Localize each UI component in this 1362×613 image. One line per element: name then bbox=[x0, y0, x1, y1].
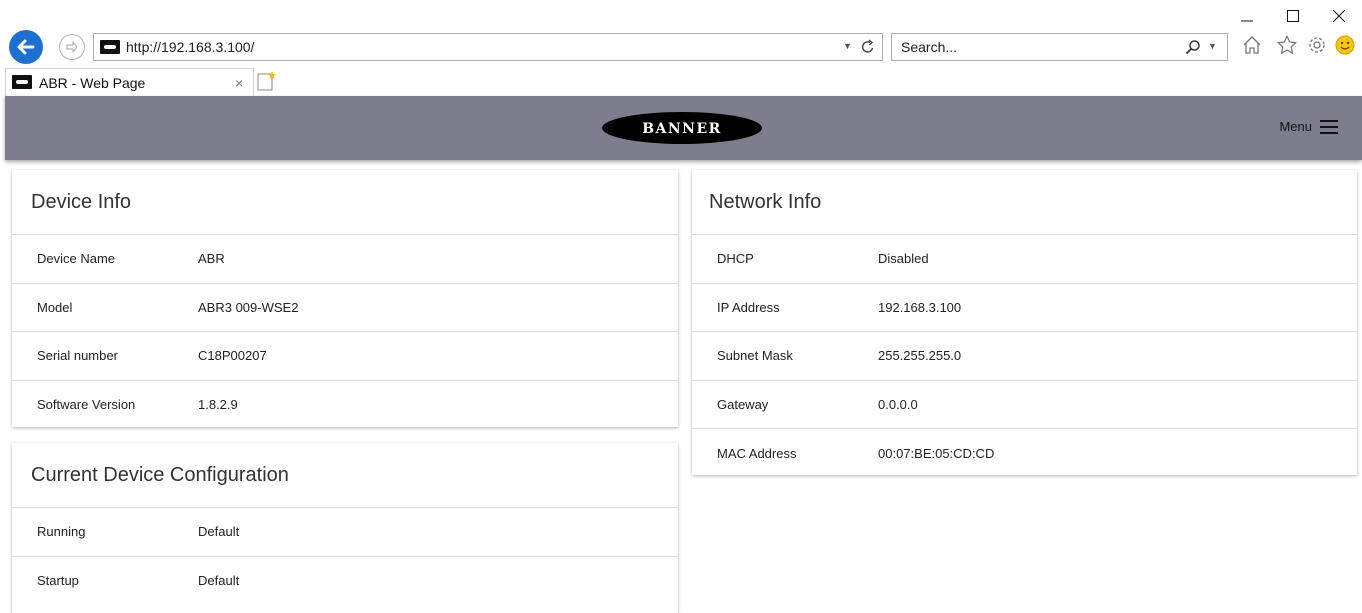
back-button[interactable] bbox=[9, 30, 43, 64]
row-value: Default bbox=[198, 524, 240, 540]
row-label: DHCP bbox=[717, 251, 754, 267]
network-info-card: Network Info DHCP Disabled IP Address 19… bbox=[692, 170, 1357, 475]
maximize-icon bbox=[1287, 10, 1299, 22]
device-info-title: Device Info bbox=[12, 170, 678, 235]
tab-abr-web-page[interactable]: ABR - Web Page × bbox=[5, 68, 254, 96]
table-row: MAC Address 00:07:BE:05:CD:CD bbox=[692, 429, 1357, 478]
feedback-smiley-icon[interactable] bbox=[1334, 34, 1356, 56]
row-label: Model bbox=[37, 299, 73, 315]
table-row: Software Version 1.8.2.9 bbox=[12, 381, 678, 430]
row-value: Disabled bbox=[878, 251, 929, 267]
settings-gear-icon[interactable] bbox=[1306, 34, 1328, 56]
device-info-card: Device Info Device Name ABR Model ABR3 0… bbox=[12, 170, 678, 427]
row-value: ABR3 009-WSE2 bbox=[198, 299, 299, 315]
browser-chrome: http://192.168.3.100/ ▼ Search... ▼ ABR … bbox=[0, 0, 1362, 96]
arrow-left-icon bbox=[17, 39, 35, 55]
table-row: IP Address 192.168.3.100 bbox=[692, 284, 1357, 332]
row-value: 00:07:BE:05:CD:CD bbox=[878, 445, 995, 461]
row-value: 255.255.255.0 bbox=[878, 348, 962, 364]
table-row: Subnet Mask 255.255.255.0 bbox=[692, 332, 1357, 381]
device-config-card: Current Device Configuration Running Def… bbox=[12, 443, 678, 613]
refresh-icon[interactable] bbox=[860, 39, 876, 55]
row-value: 1.8.2.9 bbox=[198, 397, 238, 413]
row-value: ABR bbox=[198, 251, 225, 267]
row-label: Software Version bbox=[37, 397, 136, 413]
network-info-title: Network Info bbox=[692, 170, 1357, 235]
menu-label: Menu bbox=[1279, 119, 1312, 134]
row-label: MAC Address bbox=[717, 445, 797, 461]
row-value: C18P00207 bbox=[198, 348, 267, 364]
navigation-row: http://192.168.3.100/ ▼ Search... ▼ bbox=[0, 30, 1362, 64]
home-icon[interactable] bbox=[1241, 34, 1263, 56]
tab-title: ABR - Web Page bbox=[39, 75, 146, 91]
favorites-star-icon[interactable] bbox=[1276, 34, 1298, 56]
tab-strip: ABR - Web Page × bbox=[0, 66, 1362, 96]
close-icon bbox=[1333, 10, 1345, 22]
row-label: Gateway bbox=[717, 396, 769, 412]
table-row: Gateway 0.0.0.0 bbox=[692, 381, 1357, 429]
table-row: Startup Default bbox=[12, 557, 678, 606]
search-box[interactable]: Search... ▼ bbox=[891, 33, 1228, 61]
minimize-icon bbox=[1241, 20, 1253, 22]
table-row: Device Name ABR bbox=[12, 235, 678, 284]
search-dropdown-icon[interactable]: ▼ bbox=[1208, 41, 1217, 51]
forward-button[interactable] bbox=[59, 34, 85, 60]
table-row: DHCP Disabled bbox=[692, 235, 1357, 284]
row-label: Running bbox=[37, 524, 86, 540]
arrow-right-icon bbox=[66, 41, 78, 53]
menu-button[interactable]: Menu bbox=[1279, 119, 1338, 134]
table-row: Running Default bbox=[12, 508, 678, 557]
search-input[interactable]: Search... bbox=[901, 39, 957, 55]
minimize-button[interactable] bbox=[1224, 0, 1270, 32]
logo-text: BANNER bbox=[642, 121, 722, 137]
row-label: Subnet Mask bbox=[717, 348, 793, 364]
tab-favicon-icon bbox=[12, 75, 32, 89]
row-value: 192.168.3.100 bbox=[878, 299, 962, 315]
table-row: Model ABR3 009-WSE2 bbox=[12, 284, 678, 332]
new-tab-icon[interactable] bbox=[256, 70, 276, 92]
url-text[interactable]: http://192.168.3.100/ bbox=[126, 39, 254, 55]
row-label: IP Address bbox=[717, 299, 780, 315]
tab-close-icon[interactable]: × bbox=[235, 75, 243, 91]
banner-logo: BANNER bbox=[602, 112, 762, 144]
row-label: Serial number bbox=[37, 348, 118, 364]
site-favicon-icon bbox=[100, 40, 120, 54]
table-row: Serial number C18P00207 bbox=[12, 332, 678, 381]
maximize-button[interactable] bbox=[1270, 0, 1316, 32]
row-value: Default bbox=[198, 573, 240, 589]
hamburger-menu-icon bbox=[1320, 119, 1338, 134]
device-config-title: Current Device Configuration bbox=[12, 443, 678, 508]
search-icon[interactable] bbox=[1185, 39, 1201, 55]
address-bar[interactable]: http://192.168.3.100/ ▼ bbox=[93, 33, 883, 61]
app-header: BANNER Menu bbox=[5, 96, 1362, 160]
window-controls bbox=[1224, 0, 1362, 32]
close-window-button[interactable] bbox=[1316, 0, 1362, 32]
row-value: 0.0.0.0 bbox=[878, 396, 918, 412]
row-label: Device Name bbox=[37, 251, 116, 267]
address-dropdown-icon[interactable]: ▼ bbox=[843, 41, 852, 51]
row-label: Startup bbox=[37, 573, 79, 589]
